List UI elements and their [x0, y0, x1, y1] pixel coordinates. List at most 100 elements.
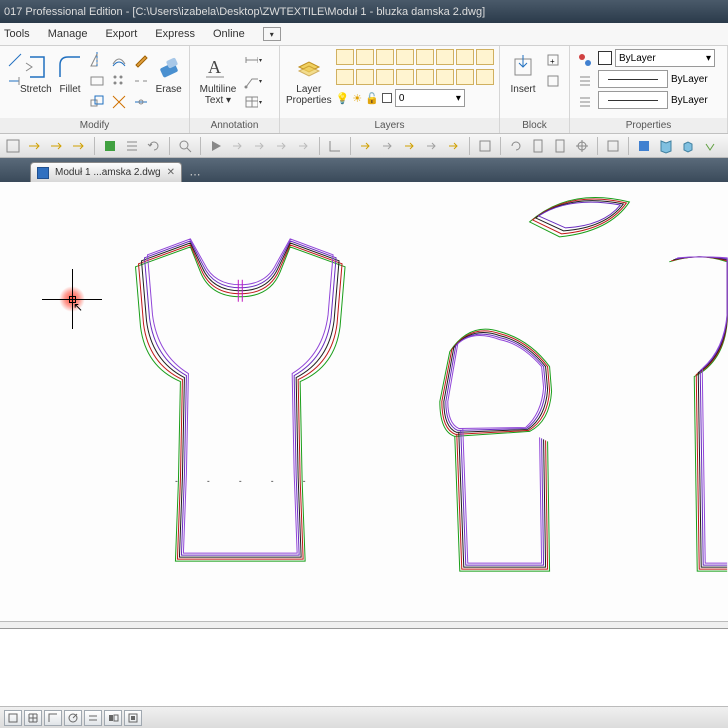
qt-box-icon[interactable]: [476, 137, 494, 155]
layer-state-icon[interactable]: [436, 69, 454, 85]
linetype-combo[interactable]: [598, 91, 668, 109]
join-icon[interactable]: [132, 93, 150, 111]
stretch-button[interactable]: Stretch: [20, 49, 52, 95]
layer-properties-button[interactable]: Layer Properties: [286, 49, 332, 106]
menu-manage[interactable]: Manage: [48, 28, 88, 40]
qt-arrow-icon[interactable]: [48, 137, 66, 155]
qt-zoom-icon[interactable]: [176, 137, 194, 155]
linetype-label: ByLayer: [671, 95, 708, 106]
layer-state-icon[interactable]: [396, 69, 414, 85]
ortho-toggle[interactable]: [44, 710, 62, 726]
layer-color-swatch[interactable]: [382, 93, 392, 103]
qt-book-icon[interactable]: [657, 137, 675, 155]
leader-icon[interactable]: ▾: [244, 72, 262, 90]
layer-state-icon[interactable]: [436, 49, 454, 65]
layer-combo[interactable]: 0▾: [395, 89, 465, 107]
layer-state-icon[interactable]: [456, 49, 474, 65]
qt-refresh-icon[interactable]: [145, 137, 163, 155]
lwt-toggle[interactable]: [124, 710, 142, 726]
qt-icon[interactable]: [4, 137, 22, 155]
layer-state-icon[interactable]: [476, 69, 494, 85]
qt-arrow-color-icon[interactable]: [445, 137, 463, 155]
menu-express[interactable]: Express: [155, 28, 195, 40]
explode-icon[interactable]: [110, 93, 128, 111]
insert-button[interactable]: Insert: [506, 49, 540, 95]
array-icon[interactable]: [110, 72, 128, 90]
qt-arrow-outline-icon[interactable]: [295, 137, 313, 155]
qt-arrow-color-icon[interactable]: [357, 137, 375, 155]
qt-box2-icon[interactable]: [604, 137, 622, 155]
snap-toggle[interactable]: [4, 710, 22, 726]
bulb-icon[interactable]: 💡: [336, 92, 350, 105]
qt-refresh2-icon[interactable]: [507, 137, 525, 155]
qt-doc-icon[interactable]: [529, 137, 547, 155]
qt-arrow-color-icon[interactable]: [401, 137, 419, 155]
sun-icon[interactable]: ☀: [352, 92, 362, 105]
qt-corner-icon[interactable]: [326, 137, 344, 155]
layer-state-icon[interactable]: [356, 69, 374, 85]
table-icon[interactable]: ▾: [244, 93, 262, 111]
menu-tools[interactable]: Tools: [4, 28, 30, 40]
layer-state-icon[interactable]: [336, 69, 354, 85]
qt-arrow-icon[interactable]: [26, 137, 44, 155]
create-block-icon[interactable]: +: [544, 51, 562, 69]
match-props-icon[interactable]: [576, 51, 594, 69]
edit-block-icon[interactable]: [544, 72, 562, 90]
mirror-icon[interactable]: [88, 51, 106, 69]
color-combo[interactable]: ByLayer▾: [615, 49, 715, 67]
qt-green-icon[interactable]: [101, 137, 119, 155]
qt-blue-icon[interactable]: [635, 137, 653, 155]
close-tab-icon[interactable]: ✕: [167, 167, 175, 178]
qt-doc-icon[interactable]: [551, 137, 569, 155]
model-toggle[interactable]: [104, 710, 122, 726]
rectangle-icon[interactable]: [88, 72, 106, 90]
menu-online[interactable]: Online: [213, 28, 245, 40]
extend-icon[interactable]: [6, 72, 24, 90]
dim-linear-icon[interactable]: ▾: [244, 51, 262, 69]
layer-state-icon[interactable]: [356, 49, 374, 65]
qt-arrow-outline-icon[interactable]: [251, 137, 269, 155]
qt-arrow-outline-icon[interactable]: [273, 137, 291, 155]
layer-state-icon[interactable]: [456, 69, 474, 85]
grid-toggle[interactable]: [24, 710, 42, 726]
layer-state-icon[interactable]: [336, 49, 354, 65]
layer-state-icon[interactable]: [416, 49, 434, 65]
layer-state-icon[interactable]: [396, 49, 414, 65]
osnap-toggle[interactable]: [84, 710, 102, 726]
qt-cube-icon[interactable]: [679, 137, 697, 155]
command-line-area[interactable]: [0, 628, 728, 706]
qt-lines-icon[interactable]: [123, 137, 141, 155]
list2-icon[interactable]: [576, 93, 594, 111]
qt-down-icon[interactable]: [701, 137, 719, 155]
erase-button[interactable]: Erase: [154, 49, 183, 95]
qt-arrow-icon[interactable]: [70, 137, 88, 155]
multiline-text-button[interactable]: A Multiline Text ▾: [196, 49, 240, 106]
qt-arrow-color-icon[interactable]: [379, 137, 397, 155]
qt-arrow-outline-icon[interactable]: [229, 137, 247, 155]
layer-state-icon[interactable]: [476, 49, 494, 65]
layer-state-icon[interactable]: [416, 69, 434, 85]
modify-group-label: Modify: [0, 118, 189, 133]
lock-icon[interactable]: 🔓: [365, 92, 379, 105]
menu-export[interactable]: Export: [105, 28, 137, 40]
break-icon[interactable]: [132, 72, 150, 90]
color-swatch[interactable]: [598, 51, 612, 65]
fillet-button[interactable]: Fillet: [56, 49, 85, 95]
qt-arrow-color-icon[interactable]: [423, 137, 441, 155]
layer-state-icon[interactable]: [376, 69, 394, 85]
qt-play-icon[interactable]: [207, 137, 225, 155]
offset-icon[interactable]: [110, 51, 128, 69]
trim-icon[interactable]: [6, 51, 24, 69]
edit-tool-icon[interactable]: [132, 51, 150, 69]
tab-overflow-icon[interactable]: ⋯: [186, 166, 204, 182]
document-tab[interactable]: Moduł 1 ...amska 2.dwg ✕: [30, 162, 182, 182]
qt-target-icon[interactable]: [573, 137, 591, 155]
scale-icon[interactable]: [88, 93, 106, 111]
list-icon[interactable]: [576, 72, 594, 90]
polar-toggle[interactable]: [64, 710, 82, 726]
lineweight-combo[interactable]: [598, 70, 668, 88]
menu-overflow-dropdown[interactable]: ▾: [263, 27, 281, 41]
svg-text:A: A: [208, 57, 221, 77]
layer-state-icon[interactable]: [376, 49, 394, 65]
drawing-canvas[interactable]: ↖: [0, 182, 728, 622]
